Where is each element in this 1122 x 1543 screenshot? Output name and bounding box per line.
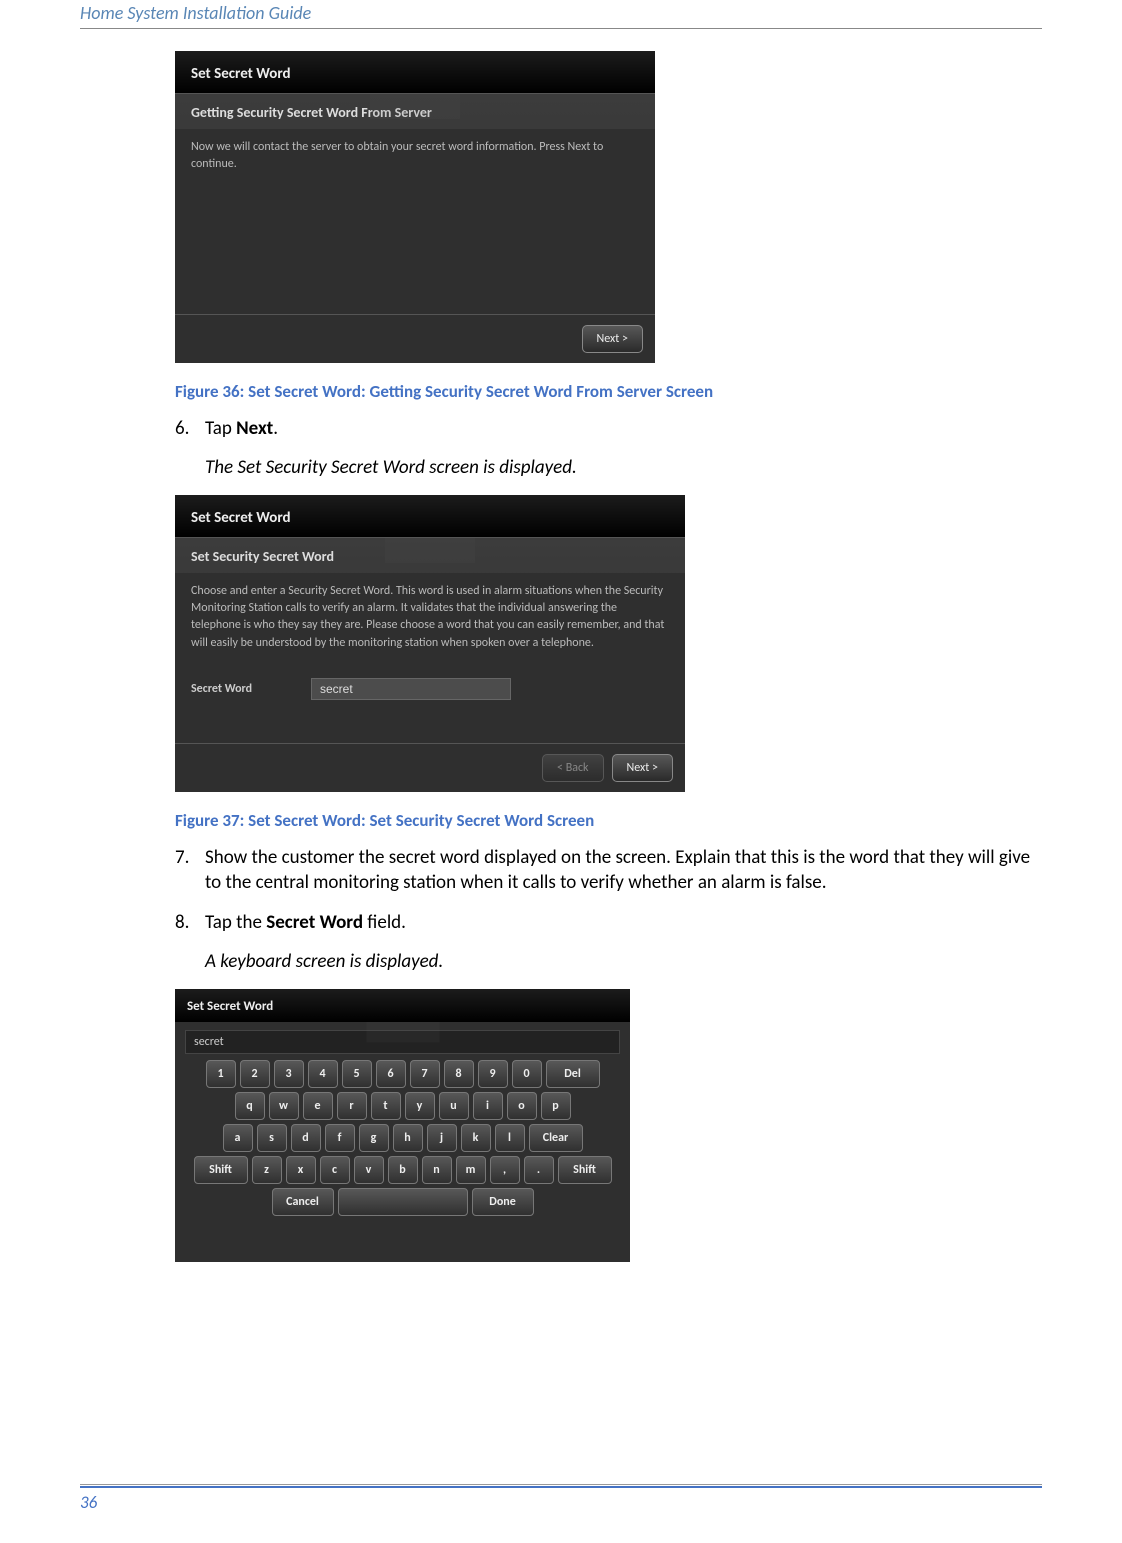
b-key[interactable]: b — [388, 1156, 418, 1184]
7-key[interactable]: 7 — [410, 1060, 440, 1088]
secret-word-input[interactable] — [311, 678, 511, 700]
step-8-result: A keyboard screen is displayed. — [205, 950, 1037, 973]
page-footer: 36 — [80, 1484, 1042, 1513]
j-key[interactable]: j — [427, 1124, 457, 1152]
screen-subtitle: Getting Security Secret Word From Server — [175, 94, 655, 129]
next-button[interactable]: Next > — [582, 325, 643, 353]
cancel-key[interactable]: Cancel — [272, 1188, 334, 1216]
r-key[interactable]: r — [337, 1092, 367, 1120]
i-key[interactable]: i — [473, 1092, 503, 1120]
figure-keyboard-screenshot: Set Secret Word secret 1234567890Del qwe… — [175, 989, 630, 1262]
v-key[interactable]: v — [354, 1156, 384, 1184]
d-key[interactable]: d — [291, 1124, 321, 1152]
step-number: 8. — [175, 910, 205, 936]
x-key[interactable]: x — [286, 1156, 316, 1184]
z-key[interactable]: z — [252, 1156, 282, 1184]
s-key[interactable]: s — [257, 1124, 287, 1152]
screen-body-text: Choose and enter a Security Secret Word.… — [191, 584, 664, 650]
.-key[interactable]: . — [524, 1156, 554, 1184]
e-key[interactable]: e — [303, 1092, 333, 1120]
c-key[interactable]: c — [320, 1156, 350, 1184]
5-key[interactable]: 5 — [342, 1060, 372, 1088]
figure-37-screenshot: Set Secret Word Set Security Secret Word… — [175, 495, 685, 792]
header-rule — [80, 28, 1042, 29]
back-button: < Back — [542, 754, 604, 782]
9-key[interactable]: 9 — [478, 1060, 508, 1088]
screen-title: Set Secret Word — [175, 989, 630, 1022]
0-key[interactable]: 0 — [512, 1060, 542, 1088]
del-key[interactable]: Del — [546, 1060, 600, 1088]
figure-36-caption: Figure 36: Set Secret Word: Getting Secu… — [175, 381, 1037, 402]
screen-title: Set Secret Word — [175, 495, 685, 537]
clear-key[interactable]: Clear — [529, 1124, 583, 1152]
f-key[interactable]: f — [325, 1124, 355, 1152]
h-key[interactable]: h — [393, 1124, 423, 1152]
doc-header: Home System Installation Guide — [80, 0, 1042, 26]
y-key[interactable]: y — [405, 1092, 435, 1120]
k-key[interactable]: k — [461, 1124, 491, 1152]
4-key[interactable]: 4 — [308, 1060, 338, 1088]
g-key[interactable]: g — [359, 1124, 389, 1152]
secret-word-label: Secret Word — [191, 681, 291, 698]
2-key[interactable]: 2 — [240, 1060, 270, 1088]
step-8: 8. Tap the Secret Word field. — [175, 910, 1037, 936]
next-button[interactable]: Next > — [612, 754, 673, 782]
m-key[interactable]: m — [456, 1156, 486, 1184]
figure-36-screenshot: Set Secret Word Getting Security Secret … — [175, 51, 655, 363]
keyboard-input[interactable]: secret — [185, 1030, 620, 1054]
,-key[interactable]: , — [490, 1156, 520, 1184]
keyboard: 1234567890Del qwertyuiop asdfghjklClear … — [185, 1060, 620, 1216]
u-key[interactable]: u — [439, 1092, 469, 1120]
1-key[interactable]: 1 — [206, 1060, 236, 1088]
8-key[interactable]: 8 — [444, 1060, 474, 1088]
p-key[interactable]: p — [541, 1092, 571, 1120]
6-key[interactable]: 6 — [376, 1060, 406, 1088]
page-number: 36 — [80, 1492, 1042, 1513]
step-7: 7. Show the customer the secret word dis… — [175, 845, 1037, 896]
figure-37-caption: Figure 37: Set Secret Word: Set Security… — [175, 810, 1037, 831]
l-key[interactable]: l — [495, 1124, 525, 1152]
n-key[interactable]: n — [422, 1156, 452, 1184]
t-key[interactable]: t — [371, 1092, 401, 1120]
shift-key[interactable]: Shift — [194, 1156, 248, 1184]
shift-key[interactable]: Shift — [558, 1156, 612, 1184]
space-key[interactable] — [338, 1188, 468, 1216]
screen-body-text: Now we will contact the server to obtain… — [191, 140, 603, 171]
w-key[interactable]: w — [269, 1092, 299, 1120]
o-key[interactable]: o — [507, 1092, 537, 1120]
done-key[interactable]: Done — [472, 1188, 534, 1216]
screen-subtitle: Set Security Secret Word — [175, 538, 685, 573]
step-6-result: The Set Security Secret Word screen is d… — [205, 456, 1037, 479]
step-number: 7. — [175, 845, 205, 896]
step-number: 6. — [175, 416, 205, 442]
step-6: 6. Tap Next. — [175, 416, 1037, 442]
3-key[interactable]: 3 — [274, 1060, 304, 1088]
q-key[interactable]: q — [235, 1092, 265, 1120]
screen-title: Set Secret Word — [175, 51, 655, 93]
a-key[interactable]: a — [223, 1124, 253, 1152]
